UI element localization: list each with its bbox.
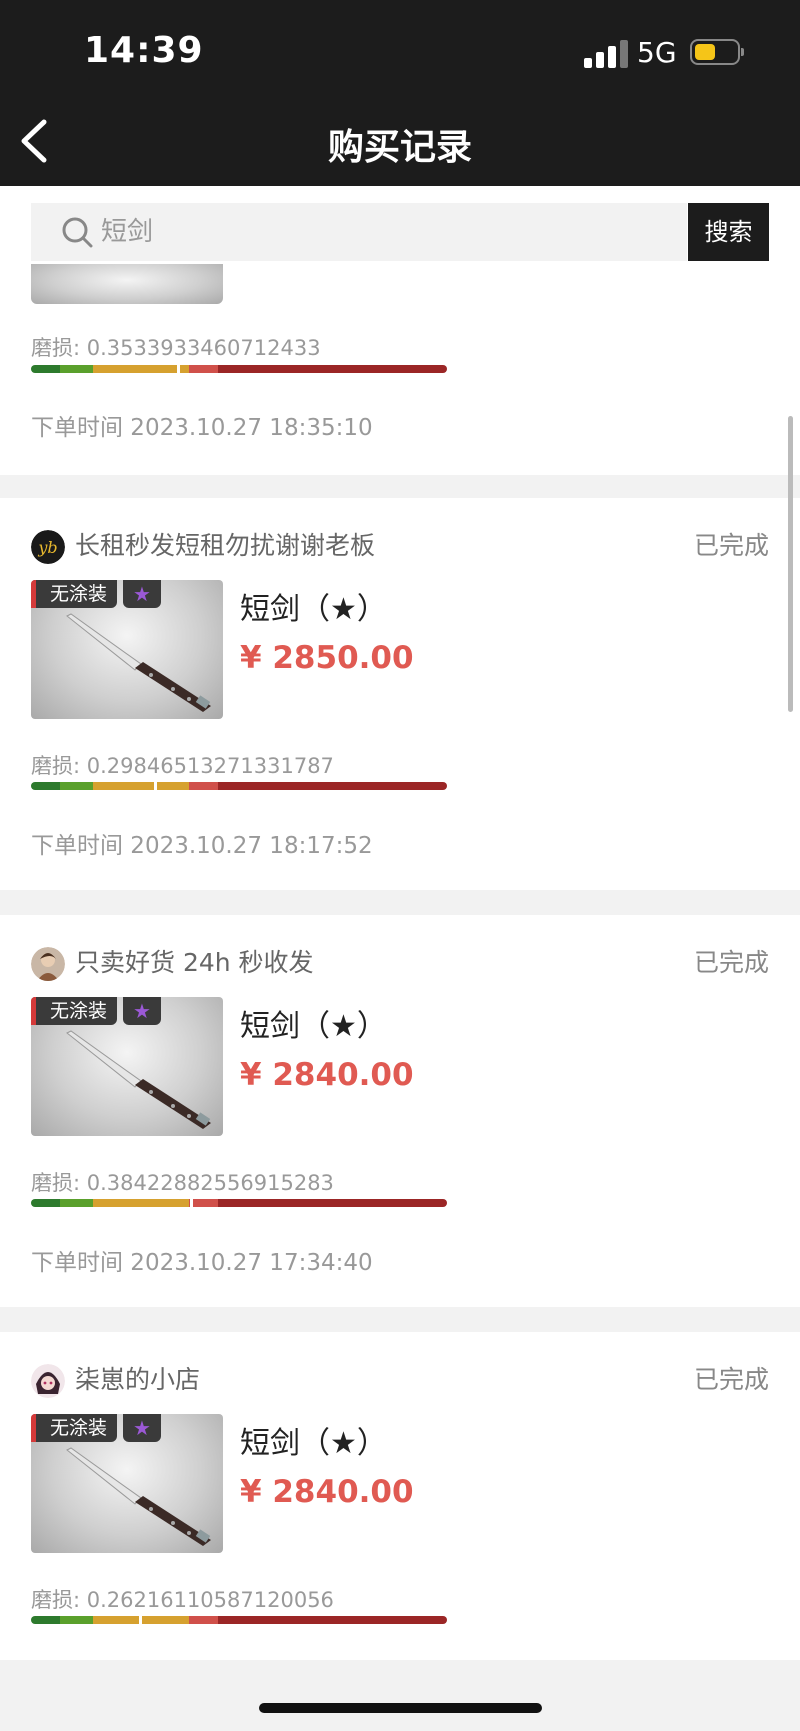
wear-segment — [189, 1616, 219, 1624]
product-name: 短剑（★） — [240, 1009, 387, 1044]
svg-text:yb: yb — [37, 538, 57, 557]
product-name: 短剑（★） — [240, 1426, 387, 1461]
record-card[interactable]: 只卖好货 24h 秒收发 已完成 无涂装 ★ 短剑（★） ¥ 2840.00 磨… — [0, 915, 800, 1307]
product-thumbnail — [31, 264, 223, 304]
wear-marker — [189, 1198, 193, 1208]
wear-segment — [60, 1199, 94, 1207]
wear-bar — [31, 781, 447, 791]
wear-segment — [189, 365, 219, 373]
wear-segment — [93, 1199, 190, 1207]
seller-avatar — [31, 1364, 65, 1398]
order-time: 下单时间 2023.10.27 18:17:52 — [31, 833, 373, 859]
seller-name[interactable]: 长租秒发短租勿扰谢谢老板 — [75, 526, 375, 562]
wear-segment — [60, 1616, 94, 1624]
page-title: 购买记录 — [327, 127, 472, 168]
signal-icon — [584, 40, 628, 68]
wear-segment — [60, 365, 94, 373]
wear-marker — [177, 364, 180, 374]
wear-marker — [154, 781, 158, 791]
search-bar: 搜索 — [0, 186, 800, 270]
top-bar: 14:39 5G 购买记录 — [0, 0, 800, 186]
product-thumbnail[interactable]: 无涂装 ★ — [31, 580, 223, 719]
wear-label: 磨损: 0.38422882556915283 — [31, 1171, 334, 1195]
record-card-partial[interactable]: 磨损: 0.3533933460712433 下单时间 2023.10.27 1… — [0, 264, 800, 475]
seller-name[interactable]: 只卖好货 24h 秒收发 — [75, 943, 314, 979]
order-status: 已完成 — [693, 948, 769, 977]
wear-label: 磨损: 0.29846513271331787 — [31, 754, 334, 778]
home-indicator[interactable] — [259, 1703, 542, 1713]
wear-segment — [218, 1199, 447, 1207]
knife-icon — [66, 613, 211, 712]
order-time: 下单时间 2023.10.27 17:34:40 — [31, 1250, 373, 1276]
network-label: 5G — [637, 36, 677, 69]
wear-segment — [218, 1616, 447, 1624]
product-name: 短剑（★） — [240, 592, 387, 627]
seller-name[interactable]: 柒崽的小店 — [75, 1360, 200, 1396]
wear-segment — [218, 782, 447, 790]
wear-segment — [31, 365, 61, 373]
knife-icon — [66, 1030, 211, 1129]
product-price: ¥ 2840.00 — [240, 1057, 414, 1093]
wear-bar — [31, 1615, 447, 1625]
wear-segment — [31, 1199, 61, 1207]
seller-avatar: yb — [31, 530, 65, 564]
product-thumbnail[interactable]: 无涂装 ★ — [31, 1414, 223, 1553]
wear-segment — [189, 1199, 219, 1207]
order-status: 已完成 — [693, 531, 769, 560]
seller-avatar — [31, 947, 65, 981]
record-card[interactable]: yb 长租秒发短租勿扰谢谢老板 已完成 无涂装 ★ 短剑（★） ¥ 2850.0… — [0, 498, 800, 890]
search-button[interactable]: 搜索 — [688, 203, 769, 261]
search-icon — [62, 217, 93, 248]
order-status: 已完成 — [693, 1365, 769, 1394]
battery-icon — [690, 39, 744, 65]
wear-segment — [60, 782, 94, 790]
wear-segment — [93, 365, 190, 373]
wear-label: 磨损: 0.26216110587120056 — [31, 1588, 334, 1612]
wear-segment — [218, 365, 447, 373]
record-card[interactable]: 柒崽的小店 已完成 无涂装 ★ 短剑（★） ¥ 2840.00 磨损: 0.26… — [0, 1332, 800, 1660]
search-input[interactable] — [101, 203, 661, 261]
wear-bar — [31, 364, 447, 374]
wear-bar — [31, 1198, 447, 1208]
status-time: 14:39 — [84, 30, 204, 71]
wear-segment — [189, 782, 219, 790]
wear-marker — [139, 1615, 143, 1625]
product-price: ¥ 2850.00 — [240, 640, 414, 676]
wear-label: 磨损: 0.3533933460712433 — [31, 336, 321, 360]
product-thumbnail[interactable]: 无涂装 ★ — [31, 997, 223, 1136]
wear-segment — [31, 782, 61, 790]
wear-segment — [31, 1616, 61, 1624]
knife-icon — [66, 1447, 211, 1546]
scrollbar[interactable] — [788, 416, 793, 712]
wear-segment — [93, 782, 190, 790]
order-time: 下单时间 2023.10.27 18:35:10 — [31, 415, 373, 441]
search-box — [31, 203, 687, 261]
product-price: ¥ 2840.00 — [240, 1474, 414, 1510]
